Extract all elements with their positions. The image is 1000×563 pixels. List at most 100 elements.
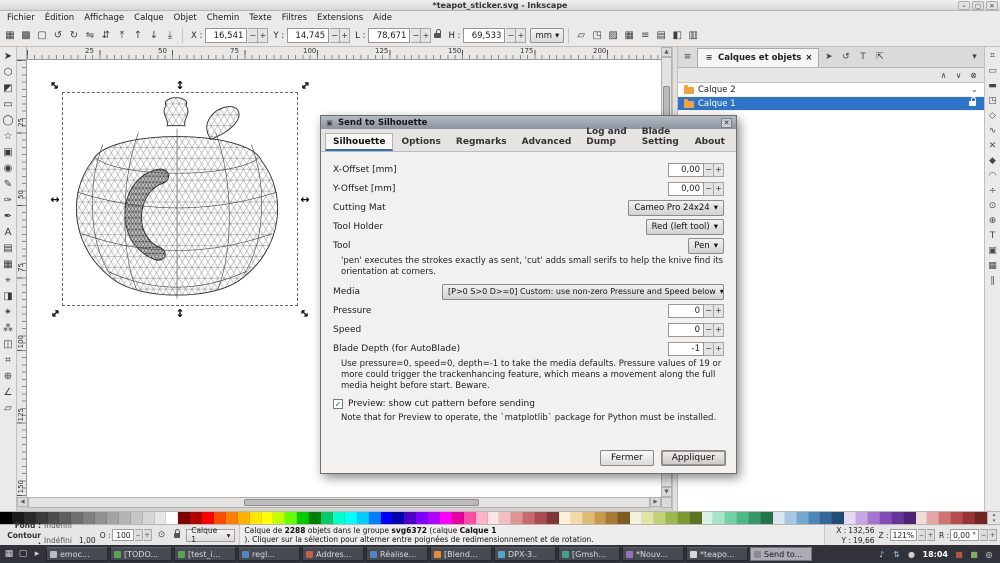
rotate-cw-icon[interactable]: ↻ — [66, 28, 82, 44]
taskbar-window-button[interactable]: [Gmsh... — [558, 547, 620, 561]
width-decrement-button[interactable]: − — [411, 28, 421, 43]
palette-swatch[interactable] — [713, 512, 725, 524]
palette-swatch[interactable] — [107, 512, 119, 524]
palette-swatch[interactable] — [262, 512, 274, 524]
horizontal-scrollbar[interactable]: ◀ ▶ — [17, 497, 661, 508]
dock-menu-chevron-icon[interactable]: ▾ — [967, 50, 982, 65]
fill-stroke-dialog-icon[interactable]: ◧ — [669, 28, 685, 44]
palette-swatch[interactable] — [571, 512, 583, 524]
xml-editor-icon[interactable]: ▥ — [685, 28, 701, 44]
mesh-tool[interactable]: ▦ — [0, 256, 16, 272]
spray-tool[interactable]: ⁂ — [0, 320, 16, 336]
palette-swatch[interactable] — [916, 512, 928, 524]
palette-swatch[interactable] — [749, 512, 761, 524]
show-desktop-icon[interactable]: ▢ — [16, 547, 30, 561]
dialog-export-icon[interactable]: ⇱ — [872, 50, 887, 65]
palette-swatch[interactable] — [630, 512, 642, 524]
palette-swatch[interactable] — [155, 512, 167, 524]
dialog-swatches-icon[interactable]: ≡ — [680, 50, 695, 65]
snap-path-icon[interactable]: ∿ — [986, 124, 1000, 138]
dialog-close-button[interactable]: ✕ — [721, 118, 732, 128]
palette-swatch[interactable] — [725, 512, 737, 524]
scale-stroke-toggle-icon[interactable]: ▱ — [573, 28, 589, 44]
applications-menu-icon[interactable]: ▦ — [2, 547, 16, 561]
snap-bbox-icon[interactable]: ▭ — [986, 64, 1000, 78]
palette-swatch[interactable] — [214, 512, 226, 524]
snap-text-baseline-icon[interactable]: T — [986, 229, 1000, 243]
eraser-tool[interactable]: ◫ — [0, 336, 16, 352]
stroke-width-value[interactable]: 1,00 — [79, 536, 96, 545]
shape-builder-tool[interactable]: ◩ — [0, 80, 16, 96]
palette-swatch[interactable] — [190, 512, 202, 524]
spiral-tool[interactable]: ◉ — [0, 160, 16, 176]
scale-handle-top[interactable]: ↕ — [174, 79, 186, 91]
palette-swatch[interactable] — [95, 512, 107, 524]
x-offset-decrement[interactable]: − — [704, 163, 714, 177]
network-icon[interactable]: ⇅ — [891, 548, 903, 560]
tool-select[interactable]: Pen▾ — [688, 238, 724, 254]
tab-layers-and-objects[interactable]: ≡ Calques et objets × — [697, 48, 819, 67]
dialog-tab[interactable]: Options — [394, 134, 447, 151]
palette-swatch[interactable] — [404, 512, 416, 524]
x-increment-button[interactable]: + — [258, 28, 268, 43]
connector-tool[interactable]: ⌗ — [0, 352, 16, 368]
palette-swatch[interactable] — [119, 512, 131, 524]
menu-item[interactable]: Extensions — [312, 11, 368, 25]
tweak-tool[interactable]: ✴ — [0, 304, 16, 320]
raise-icon[interactable]: ↑ — [130, 28, 146, 44]
scroll-right-icon[interactable]: ▶ — [650, 497, 661, 507]
opacity-decrement[interactable]: − — [135, 529, 143, 541]
taskbar-window-button[interactable]: [TODO... — [110, 547, 172, 561]
layer-lock-icon[interactable] — [969, 101, 976, 106]
dialog-tab[interactable]: About — [688, 134, 732, 151]
scale-handle-right[interactable]: ↔ — [299, 193, 311, 205]
file-manager-icon[interactable]: ▸ — [30, 547, 44, 561]
raise-to-top-icon[interactable]: ⤒ — [114, 28, 130, 44]
lower-icon[interactable]: ↓ — [146, 28, 162, 44]
gradient-tool[interactable]: ▤ — [0, 240, 16, 256]
palette-swatch[interactable] — [416, 512, 428, 524]
menu-item[interactable]: Affichage — [79, 11, 129, 25]
flip-horizontal-icon[interactable]: ⇋ — [82, 28, 98, 44]
layer-visibility-icon[interactable]: ⊙ — [156, 529, 168, 541]
deselect-icon[interactable]: ▢ — [34, 28, 50, 44]
palette-swatch[interactable] — [927, 512, 939, 524]
palette-swatch[interactable] — [844, 512, 856, 524]
scale-handle-top-left[interactable]: ↔ — [47, 77, 64, 94]
palette-swatch[interactable] — [535, 512, 547, 524]
palette-swatch[interactable] — [892, 512, 904, 524]
taskbar-window-button[interactable]: Send to... — [750, 547, 812, 561]
taskbar-window-button[interactable]: [test_i... — [174, 547, 236, 561]
notification-icon[interactable]: ● — [906, 548, 918, 560]
ellipse-tool[interactable]: ◯ — [0, 112, 16, 128]
width-field[interactable]: 78,671 — [368, 28, 410, 43]
taskbar-window-button[interactable]: [Blend... — [430, 547, 492, 561]
palette-swatch[interactable] — [761, 512, 773, 524]
pages-tool[interactable]: ▱ — [0, 400, 16, 416]
current-layer-select[interactable]: Calque 1▾ — [186, 529, 235, 542]
menu-item[interactable]: Fichier — [2, 11, 40, 25]
palette-swatch[interactable] — [618, 512, 630, 524]
lock-ratio-icon[interactable] — [434, 33, 441, 38]
palette-swatch[interactable] — [166, 512, 178, 524]
palette-swatch[interactable] — [143, 512, 155, 524]
taskbar-window-button[interactable]: *teapo... — [686, 547, 748, 561]
palette-swatch[interactable] — [357, 512, 369, 524]
palette-swatch[interactable] — [285, 512, 297, 524]
chevron-down-icon[interactable]: ⌄ — [971, 85, 978, 95]
palette-swatch[interactable] — [904, 512, 916, 524]
y-field[interactable]: 14,745 — [287, 28, 329, 43]
y-offset-decrement[interactable]: − — [704, 182, 714, 196]
selected-object[interactable]: ↔ ↕ ↔ ↔ ↔ ↔ ↕ ↔ — [62, 92, 298, 306]
taskbar-window-button[interactable]: emoc... — [46, 547, 108, 561]
zoom-field[interactable]: 121% — [890, 529, 917, 541]
pressure-field[interactable]: 0 — [668, 304, 704, 318]
palette-swatch[interactable] — [654, 512, 666, 524]
palette-swatch[interactable] — [856, 512, 868, 524]
palette-swatch[interactable] — [642, 512, 654, 524]
palette-swatch[interactable] — [499, 512, 511, 524]
flip-vertical-icon[interactable]: ⇵ — [98, 28, 114, 44]
taskbar-window-button[interactable]: Addres... — [302, 547, 364, 561]
star-tool[interactable]: ☆ — [0, 128, 16, 144]
text-tool[interactable]: A — [0, 224, 16, 240]
